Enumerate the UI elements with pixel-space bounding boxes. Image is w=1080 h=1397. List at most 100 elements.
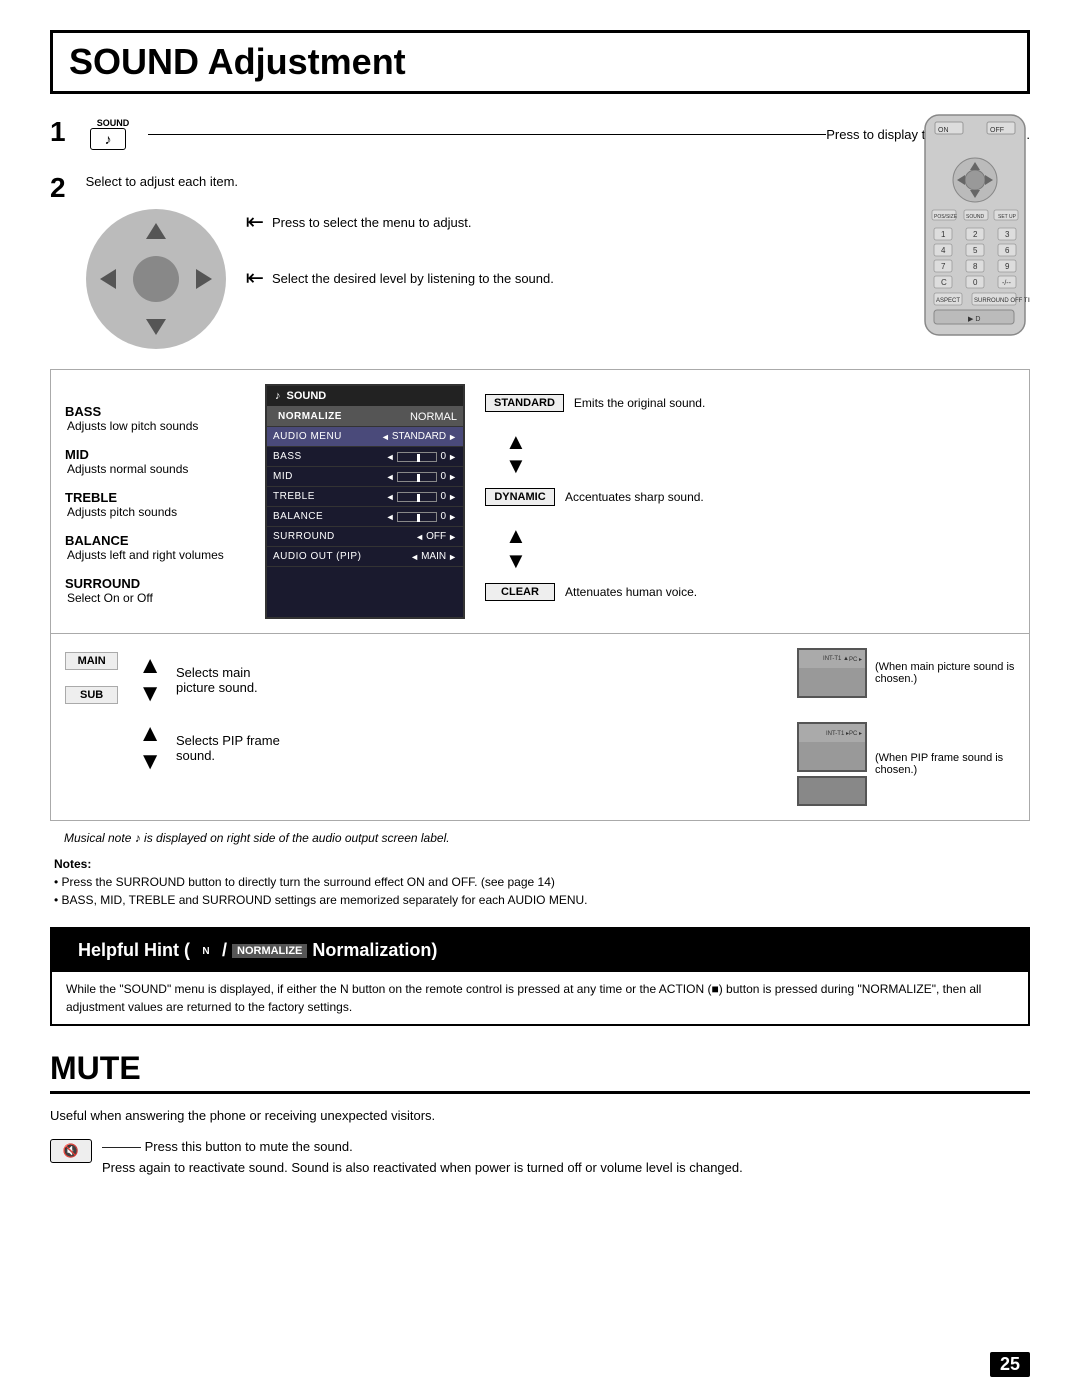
svg-text:9: 9 xyxy=(1005,262,1010,271)
mute-section: MUTE Useful when answering the phone or … xyxy=(50,1050,1030,1179)
svg-text:OFF: OFF xyxy=(990,127,1004,134)
step2-section: 2 Select to adjust each item. xyxy=(50,174,1030,349)
sub-audio-row: ▲▼ Selects PIP frame sound. xyxy=(138,720,280,776)
mute-button: 🔇 xyxy=(50,1139,92,1163)
svg-text:3: 3 xyxy=(1005,230,1010,239)
main-diagram: BASS Adjusts low pitch sounds MID Adjust… xyxy=(50,369,1030,634)
balance-menu-value: ◄ 0 ► xyxy=(386,511,457,522)
audio-out-value: ◄ MAIN ► xyxy=(410,551,457,562)
dynamic-row: DYNAMIC Accentuates sharp sound. xyxy=(485,488,1015,506)
tv-pip-inner xyxy=(799,778,865,804)
page-title: SOUND Adjustment xyxy=(50,30,1030,94)
tv-screen1-bottom xyxy=(799,668,865,696)
arrows-between: ▲ ▼ xyxy=(505,430,1015,478)
sound-menu-header: ♪ SOUND xyxy=(267,386,463,407)
svg-text:7: 7 xyxy=(941,262,946,271)
tv-screens: INT-T1 ▲ PC ▸ (When main picture sound i… xyxy=(797,648,1015,806)
bass-menu-row: BASS ◄ 0 ► xyxy=(267,447,463,467)
dpad-left-arrow xyxy=(100,269,116,289)
step2-instr2-text: Select the desired level by listening to… xyxy=(272,271,554,286)
svg-text:▶ D: ▶ D xyxy=(968,316,980,323)
main-audio-row: ▲▼ Selects main picture sound. xyxy=(138,652,280,708)
main-sub-col: MAIN SUB xyxy=(65,648,118,704)
sound-menu-title: SOUND xyxy=(287,390,327,402)
mid-menu-row: MID ◄ 0 ► xyxy=(267,467,463,487)
surround-menu-value: ◄ OFF ► xyxy=(415,531,457,542)
sub-arrow-icon: ▲▼ xyxy=(138,720,162,776)
tv-screen2-bottom xyxy=(799,742,865,770)
svg-text:0: 0 xyxy=(973,278,978,287)
sub-audio-desc: Selects PIP frame sound. xyxy=(176,733,280,763)
step2-instr1: ⇤ Press to select the menu to adjust. xyxy=(246,209,554,235)
main-badge: MAIN xyxy=(65,652,118,670)
arrow-down-icon: ▼ xyxy=(505,454,527,478)
svg-text:SOUND: SOUND xyxy=(966,214,984,220)
mute-press-again: Press again to reactivate sound. Sound i… xyxy=(102,1158,743,1179)
svg-text:SURROUND OFF TIMER: SURROUND OFF TIMER xyxy=(974,298,1030,304)
main-arrow-icon: ▲▼ xyxy=(138,652,162,708)
audio-descriptions: ▲▼ Selects main picture sound. ▲▼ Select… xyxy=(138,648,280,776)
mute-instructions: ——— Press this button to mute the sound.… xyxy=(102,1139,743,1179)
clear-badge: CLEAR xyxy=(485,583,555,601)
note1: • Press the SURROUND button to directly … xyxy=(54,873,1026,891)
note2: • BASS, MID, TREBLE and SURROUND setting… xyxy=(54,891,1026,909)
bass-desc: Adjusts low pitch sounds xyxy=(67,419,245,433)
mute-desc: Useful when answering the phone or recei… xyxy=(50,1108,1030,1123)
arrows-between2: ▲ ▼ xyxy=(505,524,1015,572)
main-desc2: picture sound. xyxy=(176,680,258,695)
sound-button: ♪ xyxy=(90,128,126,150)
helpful-hint-title: Helpful Hint ( N / NORMALIZE Normalizati… xyxy=(64,934,451,967)
dpad-right-arrow xyxy=(196,269,212,289)
right-options: STANDARD Emits the original sound. ▲ ▼ D… xyxy=(485,384,1015,619)
helpful-hint-box: Helpful Hint ( N / NORMALIZE Normalizati… xyxy=(50,927,1030,1026)
surround-desc: Select On or Off xyxy=(67,591,245,605)
sound-button-row: SOUND ♪ Press to display the SOUND menu. xyxy=(90,118,1030,150)
arrow-down-icon2: ▼ xyxy=(505,549,527,573)
step2-instr1-text: Press to select the menu to adjust. xyxy=(272,215,471,230)
clear-desc: Attenuates human voice. xyxy=(565,585,697,599)
mid-label: MID Adjusts normal sounds xyxy=(65,447,245,476)
dynamic-badge: DYNAMIC xyxy=(485,488,555,506)
step2-instructions: ⇤ Press to select the menu to adjust. ⇤ … xyxy=(246,199,554,291)
standard-row: STANDARD Emits the original sound. xyxy=(485,394,1015,412)
svg-text:5: 5 xyxy=(973,246,978,255)
note-icon: ♪ xyxy=(105,131,112,147)
sound-menu-icon: ♪ xyxy=(275,390,281,402)
dpad-down-arrow xyxy=(146,319,166,335)
mid-menu-value: ◄ 0 ► xyxy=(386,471,457,482)
svg-text:ON: ON xyxy=(938,127,949,134)
surround-label: SURROUND Select On or Off xyxy=(65,576,245,605)
svg-text:6: 6 xyxy=(1005,246,1010,255)
normalize-row: NORMALIZE NORMAL xyxy=(267,407,463,427)
connector-line xyxy=(148,134,826,135)
svg-text:C: C xyxy=(941,278,947,287)
notes-title: Notes: xyxy=(54,857,1026,871)
helpful-hint-content: While the "SOUND" menu is displayed, if … xyxy=(52,972,1028,1024)
sub-desc2: sound. xyxy=(176,748,215,763)
balance-title: BALANCE xyxy=(65,533,245,548)
bass-menu-value: ◄ 0 ► xyxy=(386,451,457,462)
svg-text:SET UP: SET UP xyxy=(998,214,1017,220)
mid-desc: Adjusts normal sounds xyxy=(67,462,245,476)
dpad-up-arrow xyxy=(146,223,166,239)
svg-text:ASPECT: ASPECT xyxy=(936,298,960,304)
step2-instr2-row: ⇤ Select the desired level by listening … xyxy=(246,265,554,291)
step2-number: 2 xyxy=(50,174,66,349)
notes-section: Notes: • Press the SURROUND button to di… xyxy=(50,857,1030,909)
main-desc1: Selects main xyxy=(176,665,250,680)
dpad-diagram xyxy=(86,209,226,349)
tv-screen2-top: INT-T1 ▸ PC ▸ xyxy=(799,724,865,742)
mute-title: MUTE xyxy=(50,1050,1030,1094)
mute-press-text: ——— Press this button to mute the sound. xyxy=(102,1139,743,1154)
step1-number: 1 xyxy=(50,118,66,146)
balance-desc: Adjusts left and right volumes xyxy=(67,548,245,562)
bass-menu-label: BASS xyxy=(273,451,386,462)
treble-menu-value: ◄ 0 ► xyxy=(386,491,457,502)
left-labels: BASS Adjusts low pitch sounds MID Adjust… xyxy=(65,384,245,619)
step2-select-text: Select to adjust each item. xyxy=(86,174,554,189)
tv-screen1: INT-T1 ▲ PC ▸ xyxy=(797,648,867,698)
surround-menu-label: SURROUND xyxy=(273,531,415,542)
mid-title: MID xyxy=(65,447,245,462)
normalize-inline-badge: NORMALIZE xyxy=(232,944,307,958)
dpad-center xyxy=(133,256,179,302)
